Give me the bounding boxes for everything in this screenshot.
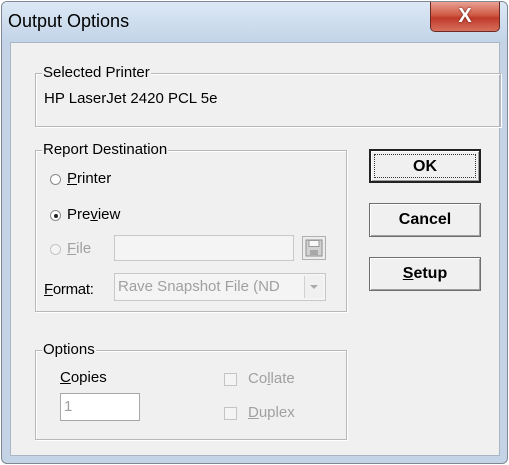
radio-preview-circle[interactable] — [50, 210, 61, 221]
cancel-button-label: Cancel — [398, 211, 452, 228]
title-bar: Output Options X — [2, 2, 507, 42]
radio-preview-label: Preview — [67, 206, 121, 223]
cancel-button[interactable]: Cancel — [369, 203, 481, 237]
close-icon: X — [458, 5, 472, 27]
output-options-dialog: Output Options X Selected Printer HP Las… — [1, 1, 508, 464]
chevron-down-icon[interactable] — [304, 276, 323, 298]
duplex-checkbox-box[interactable] — [224, 407, 237, 420]
copies-input[interactable]: 1 — [60, 393, 140, 421]
duplex-label: Duplex — [248, 404, 295, 421]
file-path-input[interactable] — [114, 235, 294, 261]
radio-file-label: File — [67, 240, 92, 257]
window-title: Output Options — [8, 11, 130, 31]
report-destination-group: Report Destination Printer Preview File — [35, 141, 347, 312]
selected-printer-group: Selected Printer HP LaserJet 2420 PCL 5e — [35, 64, 501, 127]
collate-checkbox-box[interactable] — [224, 373, 237, 386]
report-destination-legend: Report Destination — [42, 141, 169, 159]
floppy-disk-icon[interactable] — [302, 236, 326, 260]
setup-button[interactable]: Setup — [369, 257, 481, 291]
format-select[interactable]: Rave Snapshot File (ND — [114, 273, 326, 301]
dialog-body: Selected Printer HP LaserJet 2420 PCL 5e… — [10, 42, 501, 456]
ok-button-focus-ring — [374, 154, 476, 178]
radio-printer-circle[interactable] — [50, 174, 61, 185]
close-button[interactable]: X — [430, 2, 500, 32]
collate-label: Collate — [248, 370, 295, 387]
radio-file-circle[interactable] — [50, 244, 61, 255]
setup-button-label: Setup — [402, 265, 448, 282]
format-label: Format: — [44, 281, 94, 298]
ok-button[interactable]: OK — [369, 149, 481, 183]
copies-label: Copies — [60, 369, 107, 386]
copies-value: 1 — [64, 398, 73, 415]
radio-printer-label: Printer — [67, 170, 112, 187]
options-legend: Options — [42, 341, 96, 359]
selected-printer-name: HP LaserJet 2420 PCL 5e — [44, 90, 218, 107]
selected-printer-legend: Selected Printer — [42, 64, 151, 82]
format-select-value: Rave Snapshot File (ND — [118, 278, 280, 295]
options-group: Options Copies 1 Collate Duplex — [35, 341, 347, 440]
